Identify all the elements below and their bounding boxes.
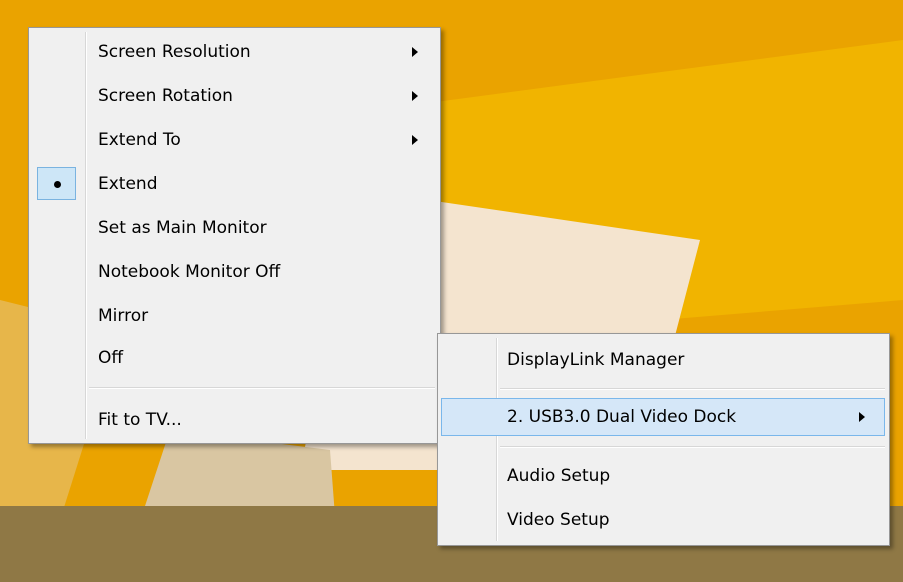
menu-item-label: Screen Resolution: [98, 42, 251, 62]
menu-item-audio-setup[interactable]: Audio Setup: [441, 458, 885, 494]
menu-item-set-as-main-monitor[interactable]: Set as Main Monitor: [32, 210, 436, 246]
radio-bullet-icon: [54, 181, 61, 188]
checked-indicator: [37, 167, 76, 200]
menu-item-label: Set as Main Monitor: [98, 218, 267, 238]
menu-item-label: Off: [98, 348, 124, 368]
menu-item-screen-rotation[interactable]: Screen Rotation: [32, 78, 436, 114]
menu-item-label: Fit to TV...: [98, 410, 182, 430]
menu-item-label: Screen Rotation: [98, 86, 233, 106]
submenu-arrow-icon: [412, 91, 418, 101]
displaylink-tray-menu: DisplayLink Manager 2. USB3.0 Dual Video…: [437, 333, 890, 546]
menu-item-label: DisplayLink Manager: [507, 350, 685, 370]
menu-item-label: Extend: [98, 174, 158, 194]
menu-item-screen-resolution[interactable]: Screen Resolution: [32, 34, 436, 70]
display-context-menu: Screen Resolution Screen Rotation Extend…: [28, 27, 441, 444]
menu-item-mirror[interactable]: Mirror: [32, 298, 436, 334]
menu-separator: [500, 388, 885, 390]
submenu-arrow-icon: [412, 47, 418, 57]
submenu-arrow-icon: [859, 412, 865, 422]
menu-item-off[interactable]: Off: [32, 340, 436, 376]
menu-item-extend-to[interactable]: Extend To: [32, 122, 436, 158]
menu-item-label: 2. USB3.0 Dual Video Dock: [507, 407, 737, 427]
menu-item-label: Audio Setup: [507, 466, 611, 486]
menu-item-label: Video Setup: [507, 510, 610, 530]
menu-item-fit-to-tv[interactable]: Fit to TV...: [32, 402, 436, 438]
menu-item-label: Notebook Monitor Off: [98, 262, 281, 282]
submenu-arrow-icon: [412, 135, 418, 145]
menu-separator: [89, 387, 435, 389]
menu-separator: [500, 446, 885, 448]
menu-item-usb3-dual-video-dock[interactable]: 2. USB3.0 Dual Video Dock: [441, 398, 885, 436]
menu-item-displaylink-manager[interactable]: DisplayLink Manager: [441, 342, 885, 378]
menu-item-notebook-monitor-off[interactable]: Notebook Monitor Off: [32, 254, 436, 290]
menu-item-extend[interactable]: Extend: [32, 166, 436, 202]
menu-item-label: Mirror: [98, 306, 149, 326]
menu-item-video-setup[interactable]: Video Setup: [441, 502, 885, 538]
menu-item-label: Extend To: [98, 130, 181, 150]
